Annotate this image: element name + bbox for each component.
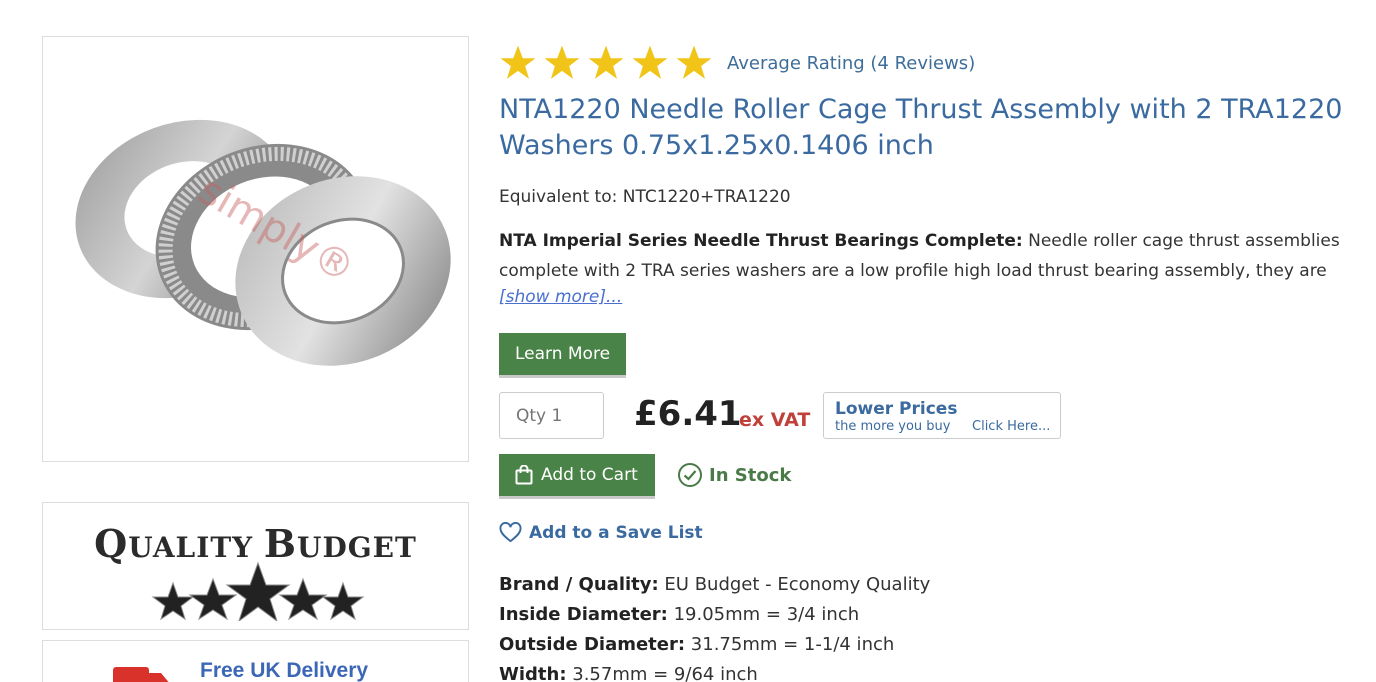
delivery-van-icon	[113, 667, 169, 682]
shopping-bag-icon	[515, 465, 533, 485]
product-title: NTA1220 Needle Roller Cage Thrust Assemb…	[499, 94, 1343, 161]
equivalent-text: Equivalent to: NTC1220+TRA1220	[499, 187, 791, 207]
product-description: NTA Imperial Series Needle Thrust Bearin…	[499, 226, 1359, 286]
lower-prices-click: Click Here...	[972, 419, 1051, 434]
heart-icon	[499, 522, 522, 543]
ex-vat-label: ex VAT	[739, 409, 811, 431]
quantity-input[interactable]	[499, 392, 604, 439]
bearing-illustration: simply®	[75, 119, 451, 366]
star-icon	[676, 45, 712, 79]
save-list-button[interactable]: Add to a Save List	[499, 522, 703, 543]
check-circle-icon	[678, 463, 702, 487]
stock-status-label: In Stock	[709, 464, 792, 486]
star-icon	[500, 45, 536, 79]
learn-more-button[interactable]: Learn More	[499, 333, 626, 378]
star-icon	[588, 45, 624, 79]
spec-row: Width: 3.57mm = 9/64 inch	[499, 664, 758, 682]
show-more-link[interactable]: [show more]...	[499, 287, 622, 307]
rating-row: Average Rating (4 Reviews)	[499, 44, 975, 82]
description-lead: NTA Imperial Series Needle Thrust Bearin…	[499, 231, 1023, 251]
lower-prices-title: Lower Prices	[835, 399, 958, 419]
spec-row: Brand / Quality: EU Budget - Economy Qua…	[499, 574, 931, 595]
specifications-list: Brand / Quality: EU Budget - Economy Qua…	[499, 570, 930, 682]
price: £6.41	[634, 394, 742, 434]
quality-stars-icon	[151, 561, 365, 621]
free-delivery-badge: Free UK Delivery	[42, 640, 469, 682]
star-icon	[632, 45, 668, 79]
rating-stars	[499, 44, 713, 82]
add-to-cart-button[interactable]: Add to Cart	[499, 454, 655, 499]
lower-prices-button[interactable]: Lower Prices the more you buy Click Here…	[823, 392, 1061, 439]
product-image[interactable]: simply®	[42, 36, 469, 462]
lower-prices-subtitle: the more you buy	[835, 419, 951, 434]
quality-budget-title: QUALITY BUDGET	[94, 521, 417, 566]
star-icon	[544, 45, 580, 79]
free-delivery-text: Free UK Delivery	[200, 659, 369, 682]
stock-status: In Stock	[677, 462, 791, 488]
reviews-link[interactable]: Average Rating (4 Reviews)	[727, 53, 975, 74]
save-list-label: Add to a Save List	[529, 522, 703, 543]
add-to-cart-label: Add to Cart	[541, 465, 638, 485]
spec-row: Inside Diameter: 19.05mm = 3/4 inch	[499, 604, 860, 625]
quality-budget-badge: QUALITY BUDGET	[42, 502, 469, 630]
spec-row: Outside Diameter: 31.75mm = 1-1/4 inch	[499, 634, 895, 655]
